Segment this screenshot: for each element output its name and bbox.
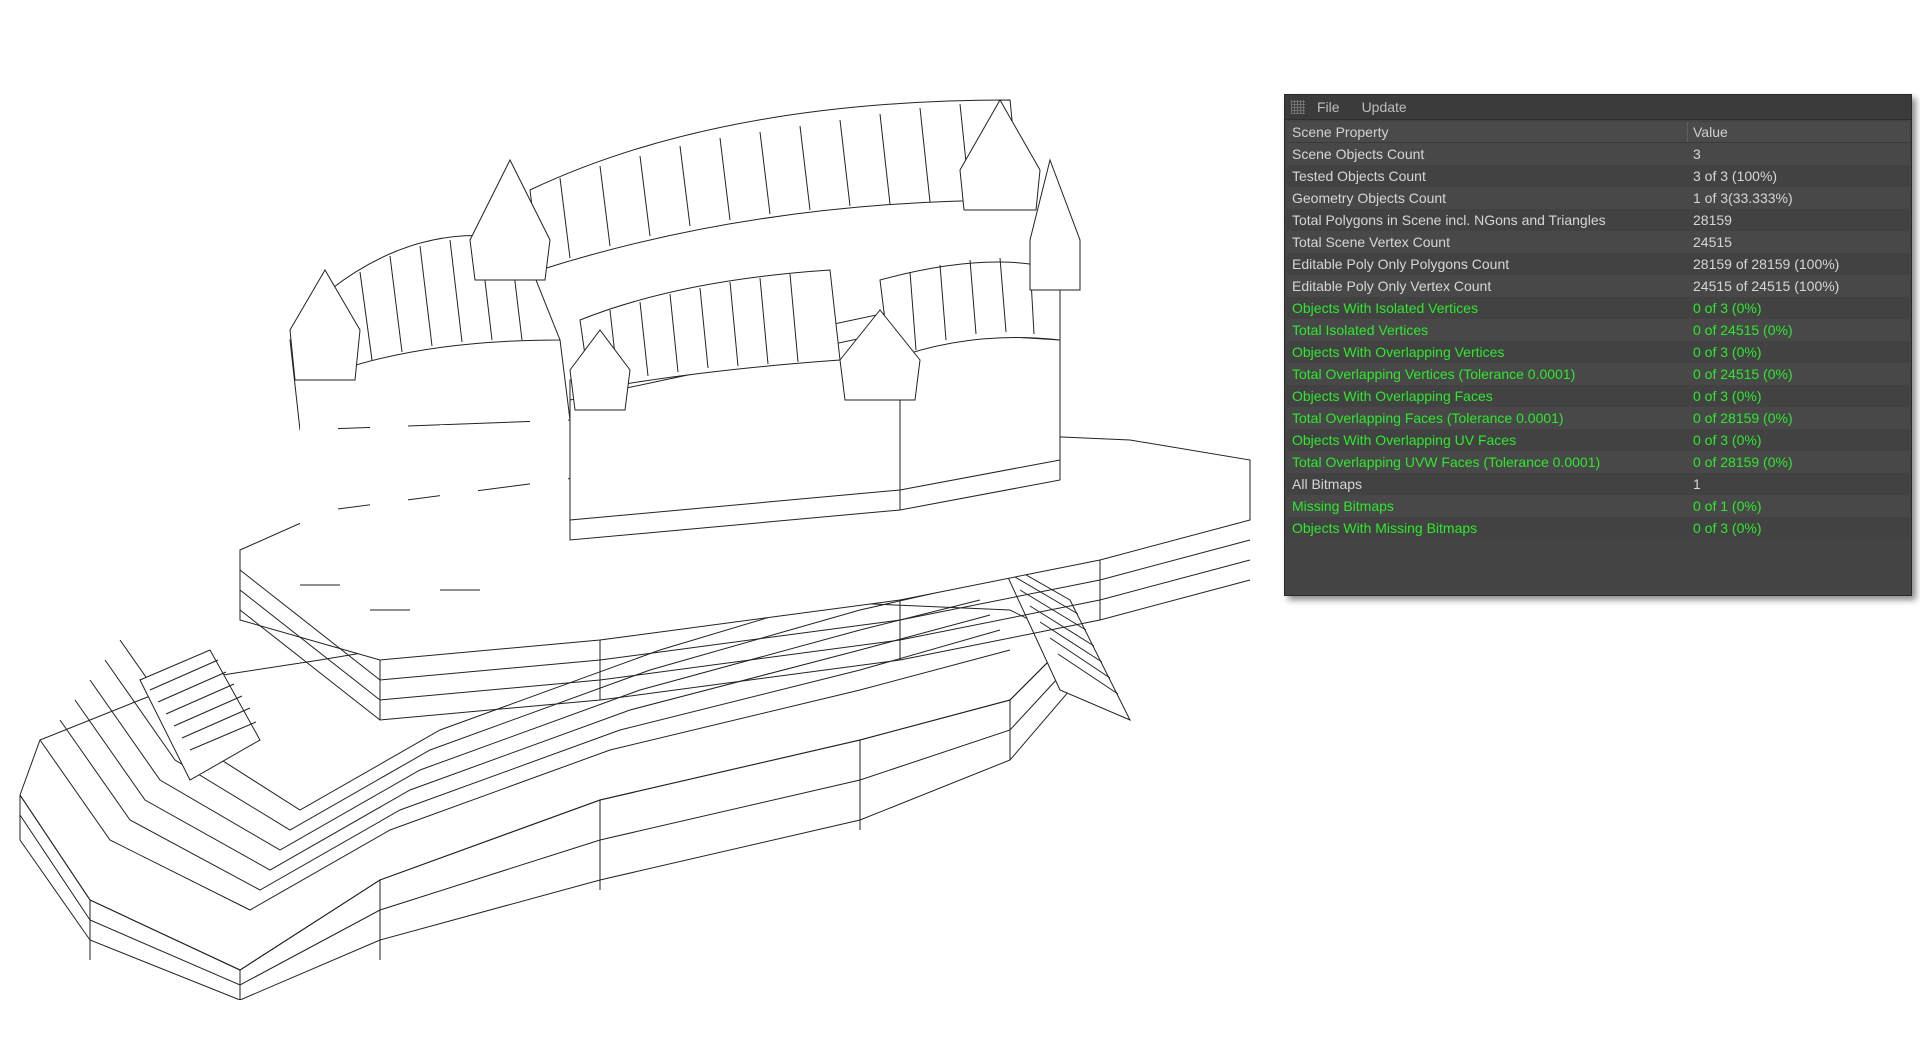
row-value: 24515 of 24515 (100%) bbox=[1693, 278, 1840, 294]
row-property: Scene Objects Count bbox=[1292, 146, 1425, 162]
scene-info-panel: File Update Scene Property Value Scene O… bbox=[1284, 94, 1912, 596]
table-row[interactable]: Objects With Overlapping Vertices 0 of 3 … bbox=[1287, 341, 1909, 363]
row-value: 0 of 1 (0%) bbox=[1693, 498, 1762, 514]
menu-update[interactable]: Update bbox=[1362, 99, 1407, 115]
row-value: 3 of 3 (100%) bbox=[1693, 168, 1778, 184]
row-value: 24515 bbox=[1693, 234, 1732, 250]
viewport[interactable]: File Update Scene Property Value Scene O… bbox=[0, 0, 1920, 1038]
row-property: Missing Bitmaps bbox=[1292, 498, 1394, 514]
row-property: Objects With Isolated Vertices bbox=[1292, 300, 1478, 316]
row-property: Total Isolated Vertices bbox=[1292, 322, 1429, 338]
panel-menubar: File Update bbox=[1285, 95, 1911, 120]
table-header: Scene Property Value bbox=[1287, 122, 1909, 143]
row-value: 28159 of 28159 (100%) bbox=[1693, 256, 1840, 272]
table-row[interactable]: All Bitmaps 1 bbox=[1287, 473, 1909, 495]
table-row[interactable]: Objects With Overlapping Faces 0 of 3 (0%… bbox=[1287, 385, 1909, 407]
row-property: Total Overlapping UVW Faces (Tolerance 0… bbox=[1292, 454, 1601, 470]
row-property: Total Scene Vertex Count bbox=[1292, 234, 1450, 250]
row-property: Objects With Overlapping Faces bbox=[1292, 388, 1493, 404]
row-property: Editable Poly Only Polygons Count bbox=[1292, 256, 1510, 272]
grip-handle-icon[interactable] bbox=[1291, 100, 1305, 114]
row-value: 0 of 3 (0%) bbox=[1693, 432, 1762, 448]
table-row[interactable]: Editable Poly Only Vertex Count 24515 of … bbox=[1287, 275, 1909, 297]
row-value: 0 of 24515 (0%) bbox=[1693, 366, 1793, 382]
row-property: Tested Objects Count bbox=[1292, 168, 1426, 184]
table-row[interactable]: Total Scene Vertex Count 24515 bbox=[1287, 231, 1909, 253]
table-row[interactable]: Objects With Missing Bitmaps 0 of 3 (0%) bbox=[1287, 517, 1909, 539]
table-row[interactable]: Total Overlapping Vertices (Tolerance 0.… bbox=[1287, 363, 1909, 385]
table-row[interactable]: Objects With Isolated Vertices 0 of 3 (0%… bbox=[1287, 297, 1909, 319]
row-value: 0 of 3 (0%) bbox=[1693, 344, 1762, 360]
row-property: Objects With Overlapping UV Faces bbox=[1292, 432, 1517, 448]
table-row[interactable]: Tested Objects Count 3 of 3 (100%) bbox=[1287, 165, 1909, 187]
menu-file[interactable]: File bbox=[1317, 99, 1340, 115]
row-property: All Bitmaps bbox=[1292, 476, 1363, 492]
row-property: Total Polygons in Scene incl. NGons and … bbox=[1292, 212, 1606, 228]
table-row[interactable]: Objects With Overlapping UV Faces 0 of 3 … bbox=[1287, 429, 1909, 451]
row-property: Total Overlapping Faces (Tolerance 0.000… bbox=[1292, 410, 1564, 426]
row-value: 0 of 24515 (0%) bbox=[1693, 322, 1793, 338]
row-property: Total Overlapping Vertices (Tolerance 0.… bbox=[1292, 366, 1576, 382]
row-property: Editable Poly Only Vertex Count bbox=[1292, 278, 1492, 294]
row-property: Objects With Missing Bitmaps bbox=[1292, 520, 1478, 536]
temple-wireframe-model bbox=[0, 40, 1290, 1001]
table-row[interactable]: Total Overlapping UVW Faces (Tolerance 0… bbox=[1287, 451, 1909, 473]
row-property: Objects With Overlapping Vertices bbox=[1292, 344, 1505, 360]
table-row[interactable]: Total Isolated Vertices 0 of 24515 (0%) bbox=[1287, 319, 1909, 341]
column-header-value[interactable]: Value bbox=[1688, 122, 1909, 142]
table-row[interactable]: Total Polygons in Scene incl. NGons and … bbox=[1287, 209, 1909, 231]
table-body: Scene Objects Count 3 Tested Objects Coun… bbox=[1287, 143, 1909, 539]
row-value: 28159 bbox=[1693, 212, 1732, 228]
row-value: 0 of 28159 (0%) bbox=[1693, 410, 1793, 426]
row-value: 0 of 28159 (0%) bbox=[1693, 454, 1793, 470]
row-value: 1 bbox=[1693, 476, 1701, 492]
row-value: 0 of 3 (0%) bbox=[1693, 520, 1762, 536]
row-value: 0 of 3 (0%) bbox=[1693, 300, 1762, 316]
row-property: Geometry Objects Count bbox=[1292, 190, 1447, 206]
row-value: 1 of 3(33.333%) bbox=[1693, 190, 1793, 206]
table-row[interactable]: Scene Objects Count 3 bbox=[1287, 143, 1909, 165]
table-row[interactable]: Total Overlapping Faces (Tolerance 0.000… bbox=[1287, 407, 1909, 429]
row-value: 0 of 3 (0%) bbox=[1693, 388, 1762, 404]
table-row[interactable]: Missing Bitmaps 0 of 1 (0%) bbox=[1287, 495, 1909, 517]
scene-property-table: Scene Property Value Scene Objects Count… bbox=[1287, 122, 1909, 539]
table-row[interactable]: Editable Poly Only Polygons Count 28159 o… bbox=[1287, 253, 1909, 275]
column-header-property[interactable]: Scene Property bbox=[1287, 122, 1688, 142]
wireframe-drawing bbox=[19, 98, 1251, 1001]
row-value: 3 bbox=[1693, 146, 1701, 162]
table-row[interactable]: Geometry Objects Count 1 of 3(33.333%) bbox=[1287, 187, 1909, 209]
